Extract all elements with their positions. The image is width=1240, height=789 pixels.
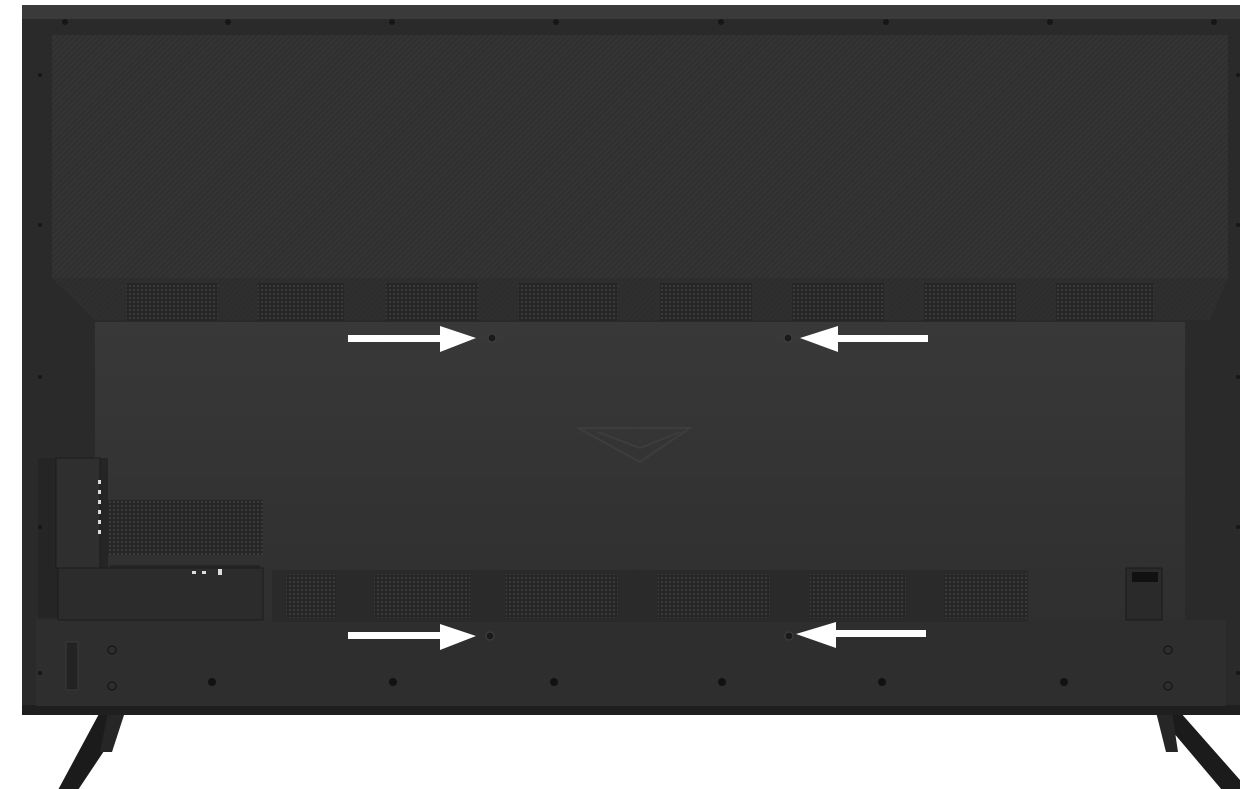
- tv-rear-illustration: [22, 5, 1240, 789]
- mount-hole-top-right: [783, 333, 793, 343]
- stand-right: [1156, 712, 1240, 789]
- stand-left: [58, 712, 125, 789]
- upper-shell: [52, 35, 1228, 320]
- mount-hole-top-left: [487, 333, 497, 343]
- power-port: [1125, 567, 1163, 621]
- tv-rear-photo: [0, 0, 1240, 789]
- mount-hole-bottom-right: [784, 631, 794, 641]
- lower-vents: [272, 570, 1028, 622]
- mount-hole-bottom-left: [485, 631, 495, 641]
